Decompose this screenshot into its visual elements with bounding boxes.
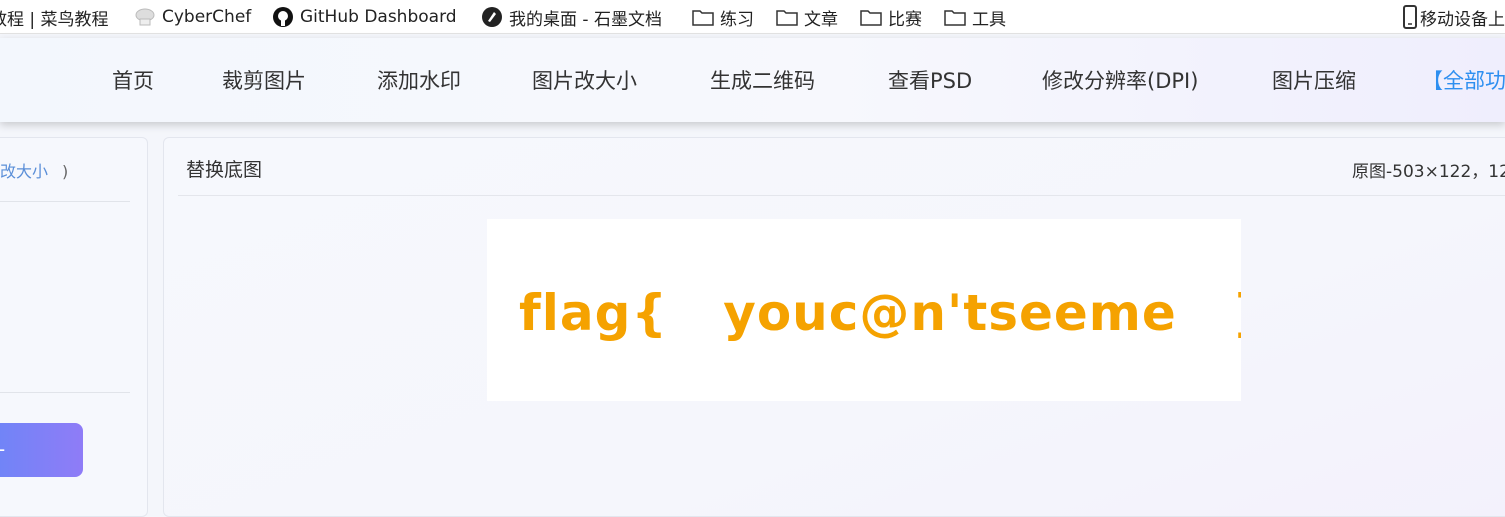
- image-info: 原图-503×122，12: [1352, 162, 1505, 182]
- bookmark-label: 比赛: [888, 9, 922, 30]
- bookmark-label: 工具: [972, 9, 1006, 30]
- nav-dpi[interactable]: 修改分辨率(DPI): [1042, 65, 1198, 95]
- panel-title: 替换底图: [186, 159, 263, 181]
- divider: [178, 195, 1505, 196]
- shimo-icon: [481, 6, 503, 28]
- breadcrumb-link[interactable]: 改大小: [0, 162, 48, 181]
- chef-hat-icon: [134, 7, 156, 27]
- flag-text: flag{ youc@n'tseeme }: [519, 284, 1241, 342]
- nav-qrcode[interactable]: 生成二维码: [710, 65, 815, 95]
- nav-home[interactable]: 首页: [112, 65, 154, 95]
- main-nav: 首页 裁剪图片 添加水印 图片改大小 生成二维码 查看PSD 修改分辨率(DPI…: [0, 38, 1505, 122]
- folder-icon: [692, 8, 714, 26]
- action-button-dash: -: [0, 437, 5, 461]
- bookmark-label: 练习: [720, 9, 754, 30]
- left-breadcrumb: 改大小): [0, 158, 68, 182]
- breadcrumb-close: ): [62, 162, 69, 181]
- bookmark-shimo[interactable]: 我的桌面 - 石墨文档: [481, 5, 662, 30]
- nav-crop[interactable]: 裁剪图片: [222, 65, 306, 95]
- nav-resize[interactable]: 图片改大小: [532, 65, 637, 95]
- bookmark-label: GitHub Dashboard: [300, 7, 457, 27]
- bookmark-label: 我的桌面 - 石墨文档: [509, 9, 662, 30]
- nav-all-tools[interactable]: 【全部功: [1422, 65, 1505, 95]
- nav-psd[interactable]: 查看PSD: [888, 65, 972, 95]
- nav-watermark[interactable]: 添加水印: [377, 65, 461, 95]
- bookmark-github[interactable]: GitHub Dashboard: [272, 5, 457, 29]
- divider: [0, 392, 130, 393]
- bookmark-label: CyberChef: [162, 7, 252, 27]
- bookmark-folder-practice[interactable]: 练习: [692, 5, 754, 30]
- nav-compress[interactable]: 图片压缩: [1272, 65, 1356, 95]
- bookmark-folder-articles[interactable]: 文章: [776, 5, 838, 30]
- divider: [0, 201, 130, 202]
- bookmarks-bar: 教程 | 菜鸟教程 CyberChef GitHub Dashboard 我的桌…: [0, 0, 1505, 34]
- bookmark-label: 教程 | 菜鸟教程: [0, 9, 109, 30]
- folder-icon: [860, 8, 882, 26]
- bookmark-label: 文章: [804, 9, 838, 30]
- bookmark-cyberchef[interactable]: CyberChef: [134, 5, 251, 29]
- image-preview: flag{ youc@n'tseeme }: [487, 219, 1241, 401]
- preview-image: flag{ youc@n'tseeme }: [519, 284, 1241, 342]
- mobile-bookmarks[interactable]: 移动设备上: [1402, 5, 1505, 30]
- mobile-device-icon: [1402, 5, 1418, 29]
- bookmark-folder-tools[interactable]: 工具: [944, 5, 1006, 30]
- mobile-bookmarks-label: 移动设备上: [1420, 9, 1505, 30]
- action-button[interactable]: -: [0, 423, 83, 477]
- folder-icon: [944, 8, 966, 26]
- bookmark-folder-contests[interactable]: 比赛: [860, 5, 922, 30]
- bookmark-runoob[interactable]: 教程 | 菜鸟教程: [0, 5, 109, 30]
- folder-icon: [776, 8, 798, 26]
- github-icon: [272, 6, 294, 28]
